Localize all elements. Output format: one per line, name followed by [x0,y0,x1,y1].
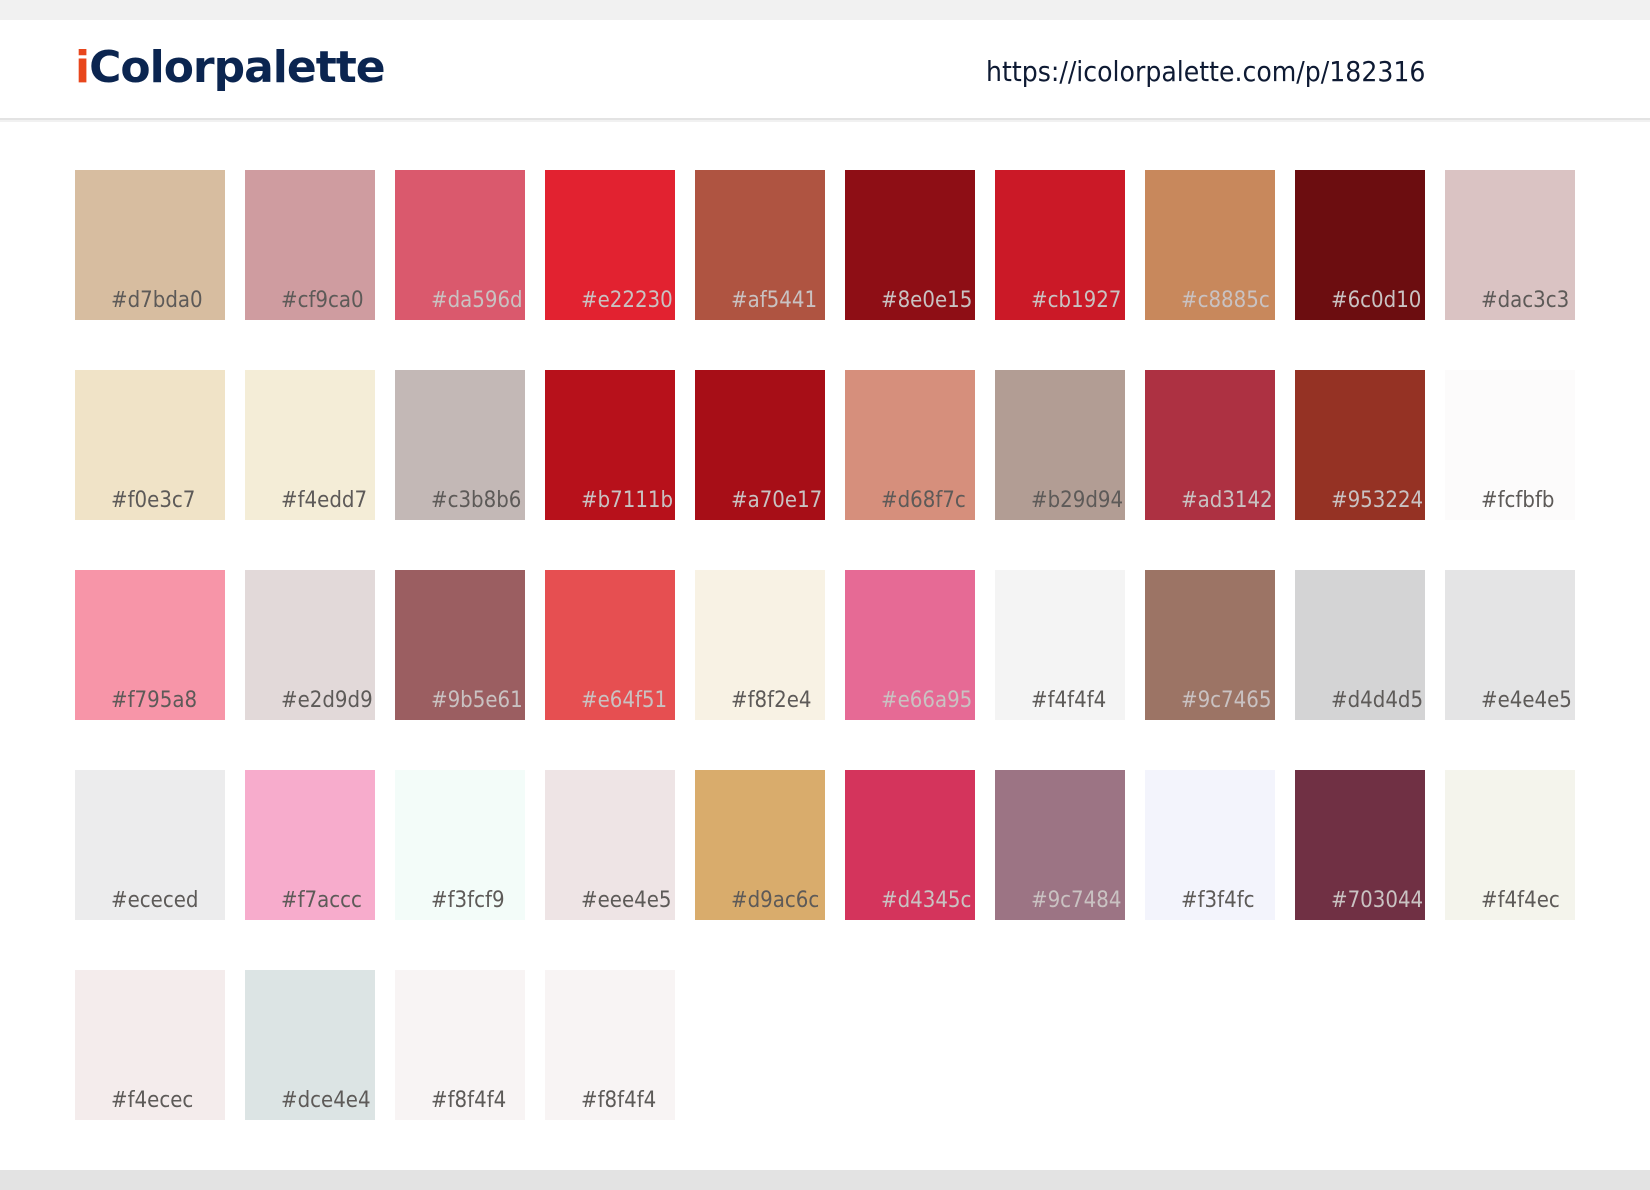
logo-wordmark: Colorpalette [89,42,386,93]
swatch-hex-label: #ad3142 [1181,488,1273,513]
swatch-hex-label: #c3b8b6 [431,488,522,513]
color-swatch[interactable]: #b7111b [545,370,675,520]
swatch-hex-label: #f8f2e4 [731,688,812,713]
swatch-hex-label: #f4f4ec [1481,888,1560,913]
color-swatch[interactable]: #d9ac6c [695,770,825,920]
swatch-hex-label: #9c7484 [1031,888,1122,913]
color-swatch[interactable]: #f4f4f4 [995,570,1125,720]
color-swatch[interactable]: #d4d4d5 [1295,570,1425,720]
color-swatch[interactable]: #f8f2e4 [695,570,825,720]
swatch-hex-label: #d7bda0 [111,288,203,313]
swatch-hex-label: #f0e3c7 [111,488,196,513]
color-swatch[interactable]: #f8f4f4 [545,970,675,1120]
swatch-hex-label: #c8885c [1181,288,1270,313]
swatch-hex-label: #f8f4f4 [431,1088,507,1113]
swatch-hex-label: #d68f7c [881,488,966,513]
swatch-hex-label: #d4d4d5 [1331,688,1424,713]
color-swatch[interactable]: #d68f7c [845,370,975,520]
color-swatch[interactable]: #8e0e15 [845,170,975,320]
color-swatch[interactable]: #c8885c [1145,170,1275,320]
color-swatch[interactable]: #6c0d10 [1295,170,1425,320]
footer-band [0,1170,1650,1190]
palette-url: https://icolorpalette.com/p/182316 [986,55,1426,88]
swatch-hex-label: #d9ac6c [731,888,820,913]
color-swatch[interactable]: #eee4e5 [545,770,675,920]
color-swatch[interactable]: #f4f4ec [1445,770,1575,920]
swatch-hex-label: #e4e4e5 [1481,688,1572,713]
color-swatch[interactable]: #af5441 [695,170,825,320]
swatch-hex-label: #eee4e5 [581,888,672,913]
color-swatch[interactable]: #e66a95 [845,570,975,720]
swatch-hex-label: #ececed [111,888,199,913]
site-header: iColorpalette https://icolorpalette.com/… [0,20,1650,120]
swatch-hex-label: #e66a95 [881,688,973,713]
top-strip [0,0,1650,20]
swatch-hex-label: #f8f4f4 [581,1088,657,1113]
swatch-hex-label: #dce4e4 [281,1088,371,1113]
swatch-hex-label: #cf9ca0 [281,288,364,313]
color-swatch[interactable]: #e64f51 [545,570,675,720]
swatch-hex-label: #f795a8 [111,688,198,713]
swatch-hex-label: #9b5e61 [431,688,523,713]
color-swatch[interactable]: #e4e4e5 [1445,570,1575,720]
swatch-hex-label: #b29d94 [1031,488,1124,513]
swatch-hex-label: #f4f4f4 [1031,688,1107,713]
color-swatch[interactable]: #953224 [1295,370,1425,520]
color-swatch[interactable]: #dac3c3 [1445,170,1575,320]
swatch-hex-label: #8e0e15 [881,288,973,313]
color-swatch[interactable]: #9c7465 [1145,570,1275,720]
swatch-hex-label: #953224 [1331,488,1424,513]
swatch-hex-label: #e22230 [581,288,673,313]
color-swatch[interactable]: #f4ecec [75,970,225,1120]
swatch-hex-label: #da596d [431,288,523,313]
color-swatch[interactable]: #c3b8b6 [395,370,525,520]
color-swatch[interactable]: #f795a8 [75,570,225,720]
swatch-hex-label: #dac3c3 [1481,288,1570,313]
swatch-hex-label: #703044 [1331,888,1424,913]
color-swatch[interactable]: #9c7484 [995,770,1125,920]
color-swatch[interactable]: #dce4e4 [245,970,375,1120]
swatch-hex-label: #af5441 [731,288,818,313]
color-swatch[interactable]: #e2d9d9 [245,570,375,720]
color-swatch[interactable]: #f0e3c7 [75,370,225,520]
color-swatch[interactable]: #cb1927 [995,170,1125,320]
swatch-hex-label: #f4edd7 [281,488,368,513]
color-swatch[interactable]: #da596d [395,170,525,320]
swatch-hex-label: #f3fcf9 [431,888,505,913]
swatch-hex-label: #e64f51 [581,688,668,713]
swatch-hex-label: #d4345c [881,888,972,913]
color-swatch[interactable]: #a70e17 [695,370,825,520]
swatch-hex-label: #cb1927 [1031,288,1122,313]
color-swatch[interactable]: #ececed [75,770,225,920]
color-swatch[interactable]: #703044 [1295,770,1425,920]
color-swatch[interactable]: #d7bda0 [75,170,225,320]
color-swatch[interactable]: #f3fcf9 [395,770,525,920]
logo-accent-letter: i [75,42,90,93]
color-swatch[interactable]: #b29d94 [995,370,1125,520]
color-swatch[interactable]: #f4edd7 [245,370,375,520]
palette-content: #d7bda0 #cf9ca0 #da596d #e22230 #af5441 #8e0e… [0,122,1650,1170]
color-swatch[interactable]: #9b5e61 [395,570,525,720]
swatch-hex-label: #e2d9d9 [281,688,373,713]
color-swatch[interactable]: #d4345c [845,770,975,920]
swatch-hex-label: #f3f4fc [1181,888,1255,913]
color-swatch[interactable]: #f8f4f4 [395,970,525,1120]
swatch-hex-label: #fcfbfb [1481,488,1555,513]
swatch-hex-label: #a70e17 [731,488,823,513]
color-swatch[interactable]: #f3f4fc [1145,770,1275,920]
color-swatch[interactable]: #e22230 [545,170,675,320]
swatch-hex-label: #f7accc [281,888,362,913]
color-swatch[interactable]: #f7accc [245,770,375,920]
swatch-hex-label: #9c7465 [1181,688,1272,713]
site-logo[interactable]: iColorpalette [75,46,386,90]
color-swatch[interactable]: #cf9ca0 [245,170,375,320]
color-swatch[interactable]: #ad3142 [1145,370,1275,520]
color-swatch[interactable]: #fcfbfb [1445,370,1575,520]
swatch-hex-label: #6c0d10 [1331,288,1422,313]
swatch-hex-label: #b7111b [581,488,674,513]
swatch-hex-label: #f4ecec [111,1088,194,1113]
